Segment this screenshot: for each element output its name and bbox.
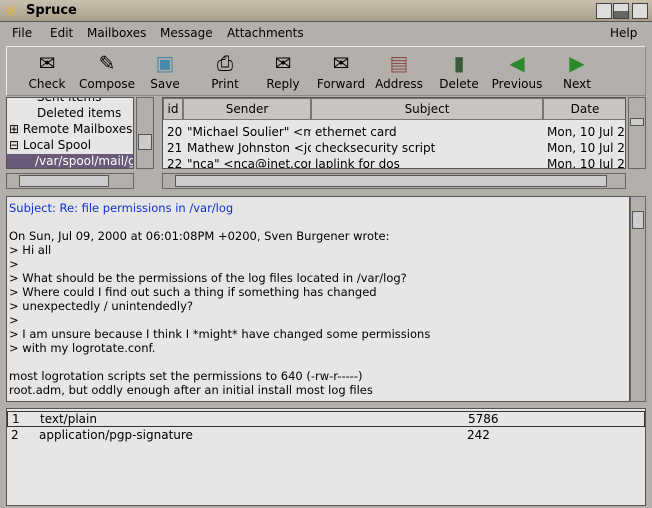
collapse-icon[interactable]: ⊟ <box>9 138 19 152</box>
printer-icon: ⎙ <box>217 51 233 75</box>
title-bar: ☼ Spruce <box>0 0 652 22</box>
message-row[interactable]: 20 "Michael Soulier" <m: ethernet card M… <box>163 125 625 141</box>
previous-button[interactable]: ◀ Previous <box>487 49 547 91</box>
forward-button[interactable]: ✉ Forward <box>311 49 371 91</box>
preview-vscrollbar[interactable] <box>630 196 646 402</box>
compose-button[interactable]: ✎ Compose <box>77 49 137 91</box>
expand-icon[interactable]: ⊞ <box>9 122 19 136</box>
arrow-left-icon: ◀ <box>509 51 525 75</box>
list-vscrollbar[interactable] <box>628 97 646 169</box>
tree-item-deleted[interactable]: Deleted items <box>37 106 121 122</box>
list-hscrollbar[interactable] <box>162 173 626 189</box>
mail-check-icon: ✉ <box>38 51 56 75</box>
shade-button[interactable] <box>613 3 629 19</box>
preview-body: On Sun, Jul 09, 2000 at 06:01:08PM +0200… <box>9 229 431 397</box>
trash-icon: ▮ <box>453 51 465 75</box>
attachment-row[interactable]: 2 application/pgp-signature 242 <box>7 428 645 444</box>
compose-icon: ✎ <box>98 51 116 75</box>
attachment-row[interactable]: 1 text/plain 5786 <box>7 411 645 427</box>
message-list: id Sender Subject Date 20 "Michael Souli… <box>162 97 626 169</box>
toolbar: ✉ Check ✎ Compose ▣ Save ⎙ Print ✉ Reply ✉ For… <box>6 46 646 96</box>
attachment-list: 1 text/plain 5786 2 application/pgp-sign… <box>6 408 646 506</box>
tree-item-spool-file[interactable]: /var/spool/mail/gi <box>7 154 133 168</box>
reply-icon: ✉ <box>274 51 292 75</box>
address-button[interactable]: ▤ Address <box>369 49 429 91</box>
tree-item-local-spool[interactable]: ⊟ Local Spool <box>9 138 91 154</box>
save-icon: ▣ <box>155 51 175 75</box>
window-title: Spruce <box>26 3 77 18</box>
maximize-button[interactable] <box>632 3 648 19</box>
print-button[interactable]: ⎙ Print <box>195 49 255 91</box>
minimize-button[interactable] <box>596 3 612 19</box>
tree-item-sent[interactable]: Sent items <box>37 98 102 106</box>
check-button[interactable]: ✉ Check <box>17 49 77 91</box>
preview-subject: Subject: Re: file permissions in /var/lo… <box>9 201 234 215</box>
menu-edit[interactable]: Edit <box>50 26 73 40</box>
menu-file[interactable]: File <box>12 26 32 40</box>
reply-button[interactable]: ✉ Reply <box>253 49 313 91</box>
menu-bar: File Edit Mailboxes Message Attachments … <box>6 22 646 44</box>
mailbox-tree: Sent items Deleted items ⊞ Remote Mailbo… <box>6 97 134 169</box>
window-menu-icon[interactable]: ☼ <box>2 2 20 20</box>
tree-item-remote[interactable]: ⊞ Remote Mailboxes <box>9 122 132 138</box>
message-preview[interactable]: Subject: Re: file permissions in /var/lo… <box>6 196 630 402</box>
menu-attachments[interactable]: Attachments <box>227 26 304 40</box>
delete-button[interactable]: ▮ Delete <box>429 49 489 91</box>
menu-mailboxes[interactable]: Mailboxes <box>87 26 146 40</box>
column-sender[interactable]: Sender <box>183 98 311 120</box>
tree-vscrollbar[interactable] <box>136 97 154 169</box>
arrow-right-icon: ▶ <box>569 51 585 75</box>
message-row[interactable]: 21 Mathew Johnston <jo checksecurity scr… <box>163 141 625 157</box>
address-book-icon: ▤ <box>389 51 409 75</box>
column-id[interactable]: id <box>163 98 183 120</box>
column-date[interactable]: Date <box>543 98 625 120</box>
save-button[interactable]: ▣ Save <box>135 49 195 91</box>
menu-help[interactable]: Help <box>610 26 637 40</box>
menu-message[interactable]: Message <box>160 26 213 40</box>
message-row[interactable]: 22 "nca" <nca@inet.com laplink for dos M… <box>163 157 625 168</box>
forward-icon: ✉ <box>332 51 350 75</box>
next-button[interactable]: ▶ Next <box>547 49 607 91</box>
column-subject[interactable]: Subject <box>311 98 543 120</box>
tree-hscrollbar[interactable] <box>6 173 134 189</box>
